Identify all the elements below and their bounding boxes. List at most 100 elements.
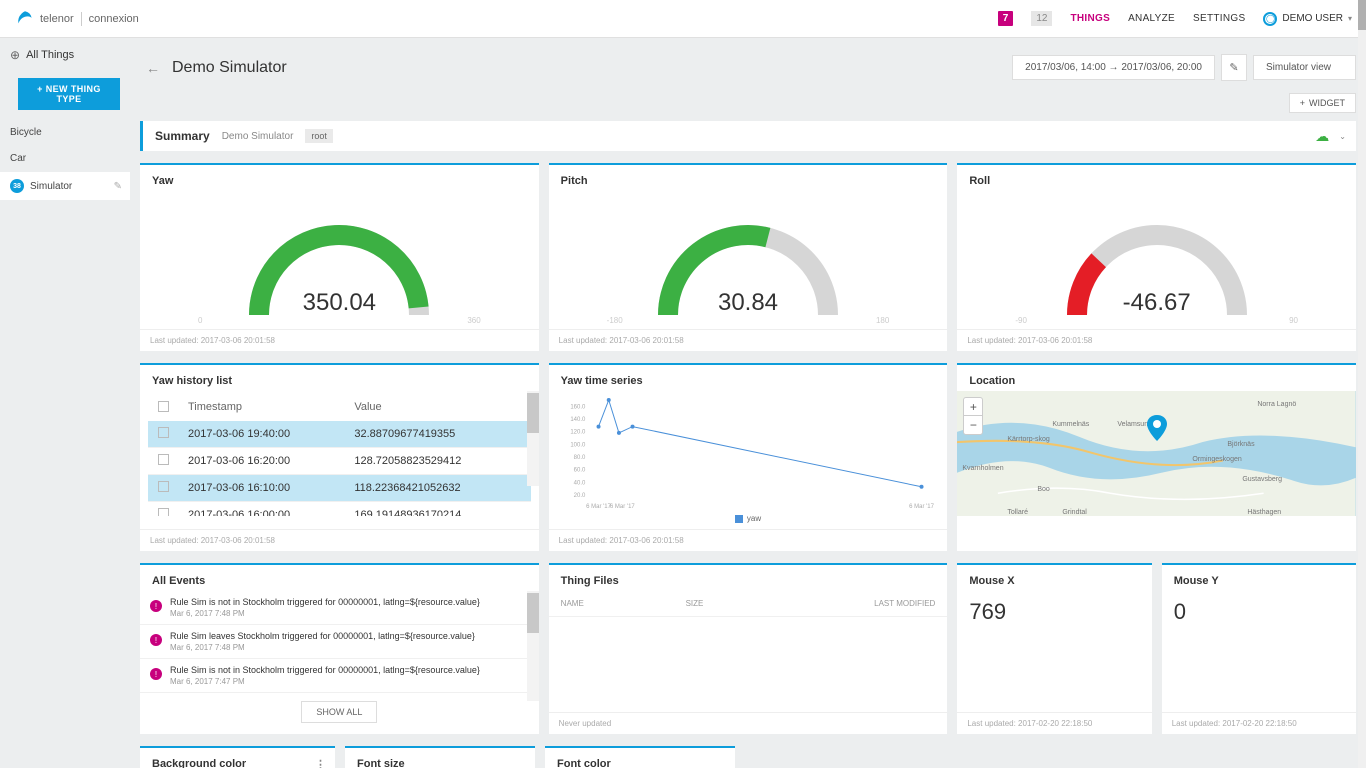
zoom-out-button[interactable]: − [964,416,982,434]
nav-badge-grey[interactable]: 12 [1031,11,1052,26]
topbar: telenor connexion 7 12 THINGS ANALYZE SE… [0,0,1366,38]
scrollbar[interactable] [527,391,539,486]
map-label: Ormingeskogen [1192,456,1241,463]
page-scrollbar[interactable] [1358,0,1366,768]
gauge-min: 0 [198,316,202,325]
svg-text:20.0: 20.0 [573,493,585,499]
sidebar-all-things[interactable]: ⊕ All Things [0,38,130,72]
svg-text:120.0: 120.0 [570,430,586,436]
mouse-y-value: 0 [1162,591,1356,641]
col-value: Value [354,401,520,415]
event-text: Rule Sim is not in Stockholm triggered f… [170,597,529,607]
edit-view-button[interactable]: ✎ [1221,54,1247,81]
event-text: Rule Sim is not in Stockholm triggered f… [170,665,529,675]
widget-footer: Last updated: 2017-03-06 20:01:58 [549,529,948,551]
event-time: Mar 6, 2017 7:47 PM [170,677,529,686]
map-label: Grindtal [1062,509,1087,516]
row-checkbox[interactable] [158,454,169,465]
svg-text:140.0: 140.0 [570,417,586,423]
col-modified: LAST MODIFIED [810,599,935,608]
map-marker-icon [1147,415,1167,441]
widget-footer: Last updated: 2017-03-06 20:01:58 [957,329,1356,351]
zoom-in-button[interactable]: + [964,398,982,416]
widget-footer: Last updated: 2017-03-06 20:01:58 [140,329,539,351]
logo: telenor connexion [14,8,139,30]
telenor-logo-icon [14,8,36,30]
new-thing-type-button[interactable]: + NEW THING TYPE [18,78,120,110]
gauge-max: 180 [876,316,889,325]
plus-icon: + [1300,98,1305,108]
table-row[interactable]: 2017-03-06 16:10:00118.22368421052632 [148,475,531,502]
main: ← Demo Simulator 2017/03/06, 14:00 → 201… [130,38,1366,768]
widget-mouse-x: Mouse X 769 Last updated: 2017-02-20 22:… [957,563,1151,734]
view-selector[interactable]: Simulator view [1253,55,1356,80]
history-header: Timestamp Value [148,395,531,421]
date-range-picker[interactable]: 2017/03/06, 14:00 → 2017/03/06, 20:00 [1012,55,1215,80]
widget-footer: Last updated: 2017-03-06 20:01:58 [140,529,539,551]
cell-value: 128.72058823529412 [354,455,520,467]
widget-title: Thing Files [549,565,948,591]
user-menu[interactable]: ◯ DEMO USER ▾ [1263,12,1352,26]
summary-tag[interactable]: root [305,129,333,143]
events-list[interactable]: !Rule Sim is not in Stockholm triggered … [140,591,539,693]
sidebar-item-bicycle[interactable]: Bicycle [0,120,130,145]
table-row[interactable]: 2017-03-06 16:00:00169.19148936170214 [148,502,531,516]
sidebar-item-simulator[interactable]: 38 Simulator ✎ [0,172,130,200]
sidebar-item-label: Simulator [30,181,72,192]
gauge-max: 360 [467,316,480,325]
nav-item-things[interactable]: THINGS [1070,13,1110,24]
widget-footer: Last updated: 2017-02-20 22:18:50 [957,712,1151,734]
brand-name-1: telenor [40,13,74,25]
files-empty [549,617,948,712]
widget-title: Roll [957,165,1356,191]
scrollbar[interactable] [527,591,539,701]
more-icon[interactable]: ⋮ [315,758,325,768]
history-body[interactable]: 2017-03-06 19:40:0032.887096774193552017… [148,421,531,516]
widget-bg-color: Background color ⋮ [140,746,335,768]
table-row[interactable]: 2017-03-06 19:40:0032.88709677419355 [148,421,531,448]
table-row[interactable]: 2017-03-06 16:20:00128.72058823529412 [148,448,531,475]
svg-text:6 Mar '17: 6 Mar '17 [610,504,635,510]
nav-item-settings[interactable]: SETTINGS [1193,13,1245,24]
select-all-checkbox[interactable] [158,401,169,412]
row-checkbox[interactable] [158,481,169,492]
add-widget-button[interactable]: +WIDGET [1289,93,1356,113]
globe-icon: ⊕ [10,48,20,62]
nav-badge-alert[interactable]: 7 [998,11,1014,26]
row-checkbox[interactable] [158,508,169,516]
event-item[interactable]: !Rule Sim is not in Stockholm triggered … [140,659,539,693]
brand-name-2: connexion [89,13,139,25]
map-label: Kärrtorp-skog [1007,436,1049,443]
chevron-down-icon[interactable]: ⌄ [1339,132,1346,141]
back-arrow-icon[interactable]: ← [146,60,160,76]
cell-value: 32.88709677419355 [354,428,520,440]
widget-footer: Last updated: 2017-03-06 20:01:58 [549,329,948,351]
pencil-icon[interactable]: ✎ [114,181,122,192]
show-all-button[interactable]: SHOW ALL [301,701,377,723]
summary-sub: Demo Simulator [222,131,294,142]
widget-title: Background color [152,758,246,768]
map-label: Boo [1037,486,1049,493]
widget-all-events: All Events !Rule Sim is not in Stockholm… [140,563,539,734]
widget-yaw-timeseries: Yaw time series 20.040.060.080.0100.0120… [549,363,948,551]
sidebar-item-car[interactable]: Car [0,146,130,171]
map-label: Tollaré [1007,509,1028,516]
map[interactable]: + − Norra LagnöKummelnäsVelamsundBjörknä… [957,391,1356,516]
sidebar-item-label: Car [10,153,26,164]
widget-title: Mouse Y [1162,565,1356,591]
event-item[interactable]: !Rule Sim leaves Stockholm triggered for… [140,625,539,659]
widget-title: Font size [357,758,405,768]
widget-title: Mouse X [957,565,1151,591]
event-time: Mar 6, 2017 7:48 PM [170,643,529,652]
map-label: Gustavsberg [1242,476,1282,483]
files-header: NAME SIZE LAST MODIFIED [549,591,948,617]
widget-font-color: Font color [545,746,735,768]
widget-location: Location + − Norra LagnöKummelnäsVelamsu… [957,363,1356,551]
widget-title: Yaw [140,165,539,191]
nav-item-analyze[interactable]: ANALYZE [1128,13,1175,24]
event-item[interactable]: !Rule Sim is not in Stockholm triggered … [140,591,539,625]
row-checkbox[interactable] [158,427,169,438]
svg-text:80.0: 80.0 [573,455,585,461]
main-header: ← Demo Simulator 2017/03/06, 14:00 → 201… [140,38,1366,89]
widget-title: All Events [140,565,539,591]
